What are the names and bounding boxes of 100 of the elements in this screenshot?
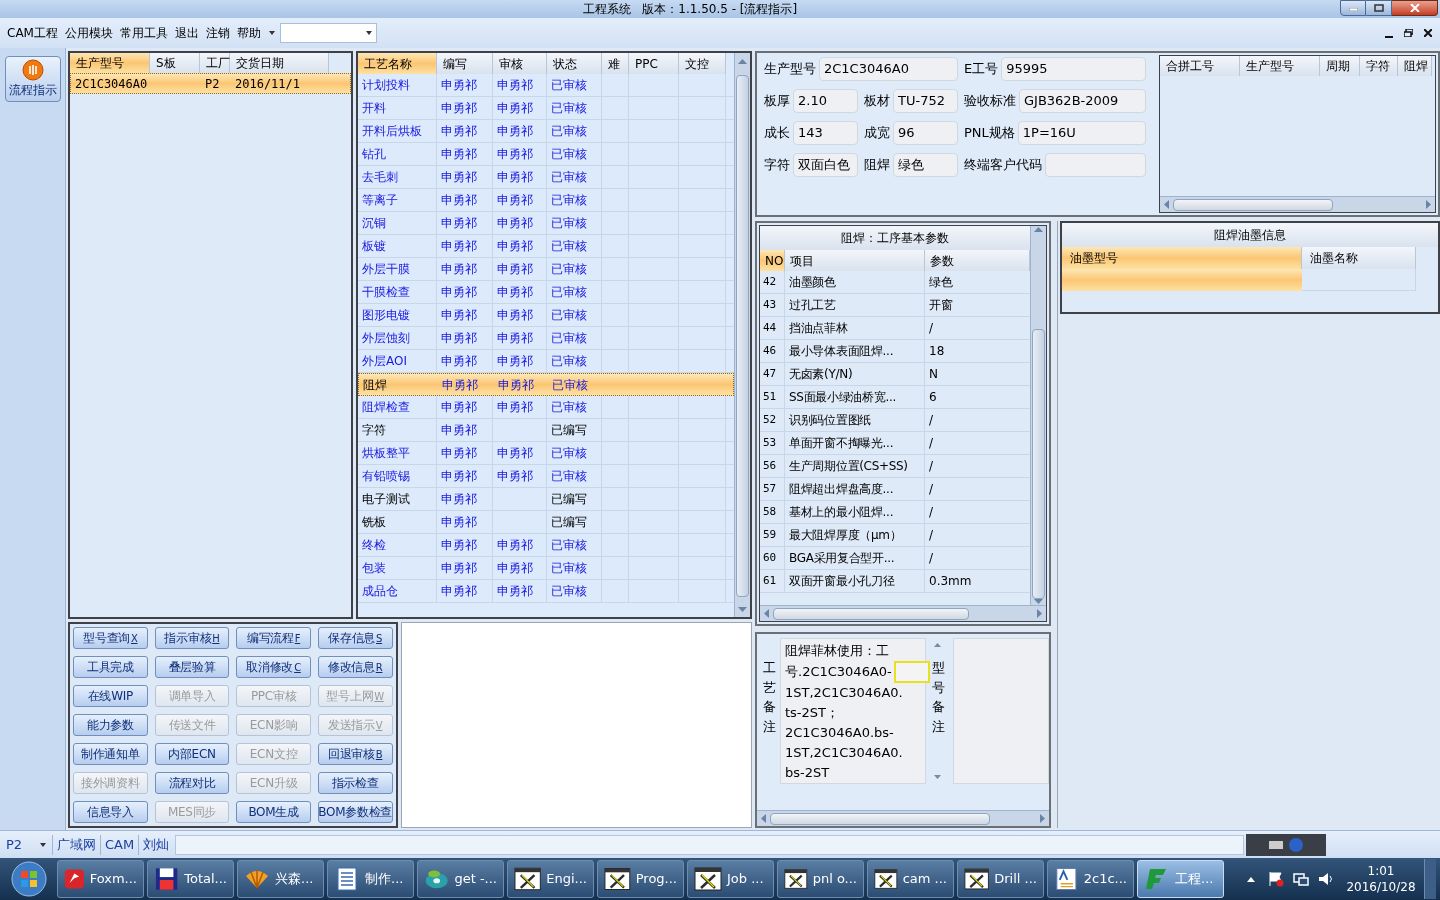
taskbar-button[interactable]: pnl o... bbox=[777, 860, 864, 898]
scroll-up-icon[interactable] bbox=[933, 643, 941, 647]
table-row[interactable]: 包装 申勇祁 申勇祁 已审核 bbox=[358, 557, 734, 580]
action-button[interactable]: 指示审核H bbox=[154, 627, 230, 649]
text-field[interactable]: 2C1C3046A0 bbox=[819, 57, 958, 81]
scroll-bar[interactable] bbox=[760, 605, 1046, 621]
scroll-up-icon[interactable] bbox=[1034, 226, 1043, 232]
factory-dropdown[interactable]: P2 bbox=[0, 834, 52, 855]
column-header[interactable]: 工艺名称 bbox=[358, 53, 437, 74]
column-header[interactable]: 状态 bbox=[547, 53, 602, 74]
dropdown-arrow-icon[interactable] bbox=[268, 31, 275, 35]
taskbar-button[interactable]: Engi... bbox=[507, 860, 594, 898]
table-row[interactable]: 铣板 申勇祁 已编写 bbox=[358, 511, 734, 534]
action-button[interactable]: BOM生成 bbox=[236, 801, 311, 823]
taskbar-button[interactable]: cam ... bbox=[867, 860, 954, 898]
taskbar-button[interactable]: Foxm... bbox=[57, 860, 144, 898]
restore-icon[interactable] bbox=[1404, 29, 1413, 37]
language-bar[interactable] bbox=[1246, 833, 1326, 856]
side-tool-button[interactable]: 流程指示 bbox=[4, 56, 61, 102]
column-header[interactable]: 编写 bbox=[437, 53, 493, 74]
taskbar-button[interactable]: Prog... bbox=[597, 860, 684, 898]
scroll-right-icon[interactable] bbox=[1040, 814, 1045, 823]
text-field[interactable] bbox=[1045, 153, 1146, 177]
column-header[interactable]: 难 bbox=[602, 53, 629, 74]
taskbar-button[interactable]: 2c1c... bbox=[1047, 860, 1134, 898]
column-header[interactable]: 油墨型号 bbox=[1062, 247, 1302, 269]
text-field[interactable]: GJB362B-2009 bbox=[1019, 89, 1146, 113]
taskbar-button[interactable]: get -... bbox=[417, 860, 504, 898]
text-field[interactable]: 96 bbox=[893, 121, 958, 145]
taskbar-button[interactable]: Drill ... bbox=[957, 860, 1044, 898]
table-row[interactable]: 电子测试 申勇祁 已编写 bbox=[358, 488, 734, 511]
action-button[interactable]: 指示检查 bbox=[317, 772, 393, 794]
column-header[interactable]: S板 bbox=[150, 53, 200, 73]
menu-item[interactable]: 帮助 bbox=[233, 24, 264, 42]
table-row[interactable]: 有铅喷锡 申勇祁 申勇祁 已审核 bbox=[358, 465, 734, 488]
close-icon[interactable] bbox=[1424, 29, 1432, 37]
table-row[interactable]: 去毛刺 申勇祁 申勇祁 已审核 bbox=[358, 166, 734, 189]
text-field[interactable]: 95995 bbox=[1001, 57, 1146, 81]
taskbar-button[interactable]: 制作... bbox=[327, 860, 414, 898]
scroll-bar[interactable] bbox=[734, 53, 750, 617]
scroll-down-icon[interactable] bbox=[933, 775, 941, 779]
text-field[interactable]: 2.10 bbox=[793, 89, 858, 113]
tray-arrow-icon[interactable] bbox=[1247, 876, 1255, 882]
taskbar-button[interactable]: 兴森... bbox=[237, 860, 324, 898]
action-button[interactable]: 信息导入 bbox=[73, 801, 148, 823]
column-header[interactable]: 生产型号 bbox=[1240, 56, 1320, 76]
table-row[interactable]: 阻焊 申勇祁 申勇祁 已审核 bbox=[358, 373, 734, 396]
minimize-button[interactable] bbox=[1340, 0, 1366, 16]
action-button[interactable]: 编写流程F bbox=[236, 627, 311, 649]
table-row[interactable]: 2C1C3046A0 P2 2016/11/1 bbox=[70, 73, 351, 94]
action-button[interactable]: 流程对比 bbox=[154, 772, 230, 794]
table-row[interactable]: 外层蚀刻 申勇祁 申勇祁 已审核 bbox=[358, 327, 734, 350]
table-row[interactable]: 沉铜 申勇祁 申勇祁 已审核 bbox=[358, 212, 734, 235]
network-icon[interactable] bbox=[1293, 871, 1309, 887]
column-header[interactable]: 文控 bbox=[679, 53, 726, 74]
scroll-bar[interactable] bbox=[1160, 196, 1435, 212]
table-row[interactable]: 图形电镀 申勇祁 申勇祁 已审核 bbox=[358, 304, 734, 327]
scroll-bar[interactable] bbox=[757, 810, 1049, 826]
table-row[interactable]: 字符 申勇祁 已编写 bbox=[358, 419, 734, 442]
table-row[interactable]: 开料后烘板 申勇祁 申勇祁 已审核 bbox=[358, 120, 734, 143]
column-header[interactable]: 审核 bbox=[493, 53, 547, 74]
column-header[interactable]: 油墨名称 bbox=[1302, 247, 1416, 269]
menu-item[interactable]: CAM工程 bbox=[4, 24, 61, 42]
table-row[interactable]: 开料 申勇祁 申勇祁 已审核 bbox=[358, 97, 734, 120]
column-header[interactable]: 参数 bbox=[925, 250, 1030, 271]
action-button[interactable]: BOM参数检查 bbox=[317, 801, 393, 823]
action-button[interactable]: 取消修改 C bbox=[236, 656, 311, 678]
action-button[interactable]: 回退审核B bbox=[317, 743, 393, 765]
table-row[interactable]: 干膜检查 申勇祁 申勇祁 已审核 bbox=[358, 281, 734, 304]
table-row[interactable]: 成品仓 申勇祁 申勇祁 已审核 bbox=[358, 580, 734, 603]
table-row[interactable]: 终检 申勇祁 申勇祁 已审核 bbox=[358, 534, 734, 557]
show-desktop-button[interactable] bbox=[1424, 859, 1436, 899]
action-button[interactable]: 型号查询X bbox=[73, 627, 148, 649]
action-button[interactable]: 内部ECN bbox=[154, 743, 230, 765]
column-header[interactable]: 周期 bbox=[1320, 56, 1360, 76]
action-button[interactable]: 在线WIP bbox=[73, 685, 148, 707]
action-button[interactable]: 保存信息S bbox=[317, 627, 393, 649]
table-row[interactable]: 钻孔 申勇祁 申勇祁 已审核 bbox=[358, 143, 734, 166]
text-field[interactable]: 双面白色 bbox=[793, 153, 858, 177]
menu-item[interactable]: 公用模块 bbox=[61, 24, 116, 42]
clock[interactable]: 1:01 2016/10/28 bbox=[1341, 863, 1421, 895]
text-field[interactable]: 1P=16U bbox=[1017, 121, 1146, 145]
close-button[interactable] bbox=[1392, 0, 1438, 16]
column-header[interactable]: PPC bbox=[629, 53, 679, 74]
taskbar-button[interactable]: Total... bbox=[147, 860, 234, 898]
column-header[interactable]: 生产型号 bbox=[70, 53, 150, 73]
maximize-button[interactable] bbox=[1366, 0, 1392, 16]
text-field[interactable]: TU-752 bbox=[893, 89, 958, 113]
menu-item[interactable]: 退出 bbox=[171, 24, 202, 42]
action-button[interactable]: 工具完成 bbox=[73, 656, 148, 678]
scroll-down-icon[interactable] bbox=[738, 606, 747, 612]
action-button[interactable]: 制作通知单 bbox=[73, 743, 148, 765]
table-row[interactable]: 烘板整平 申勇祁 申勇祁 已审核 bbox=[358, 442, 734, 465]
column-header[interactable]: NO bbox=[760, 250, 785, 271]
scroll-bar[interactable] bbox=[1030, 226, 1046, 605]
text-field[interactable]: 143 bbox=[793, 121, 858, 145]
scroll-left-icon[interactable] bbox=[764, 609, 769, 618]
scroll-right-icon[interactable] bbox=[1426, 200, 1431, 209]
column-header[interactable]: 项目 bbox=[785, 250, 925, 271]
action-button[interactable]: 能力参数 bbox=[73, 714, 148, 736]
